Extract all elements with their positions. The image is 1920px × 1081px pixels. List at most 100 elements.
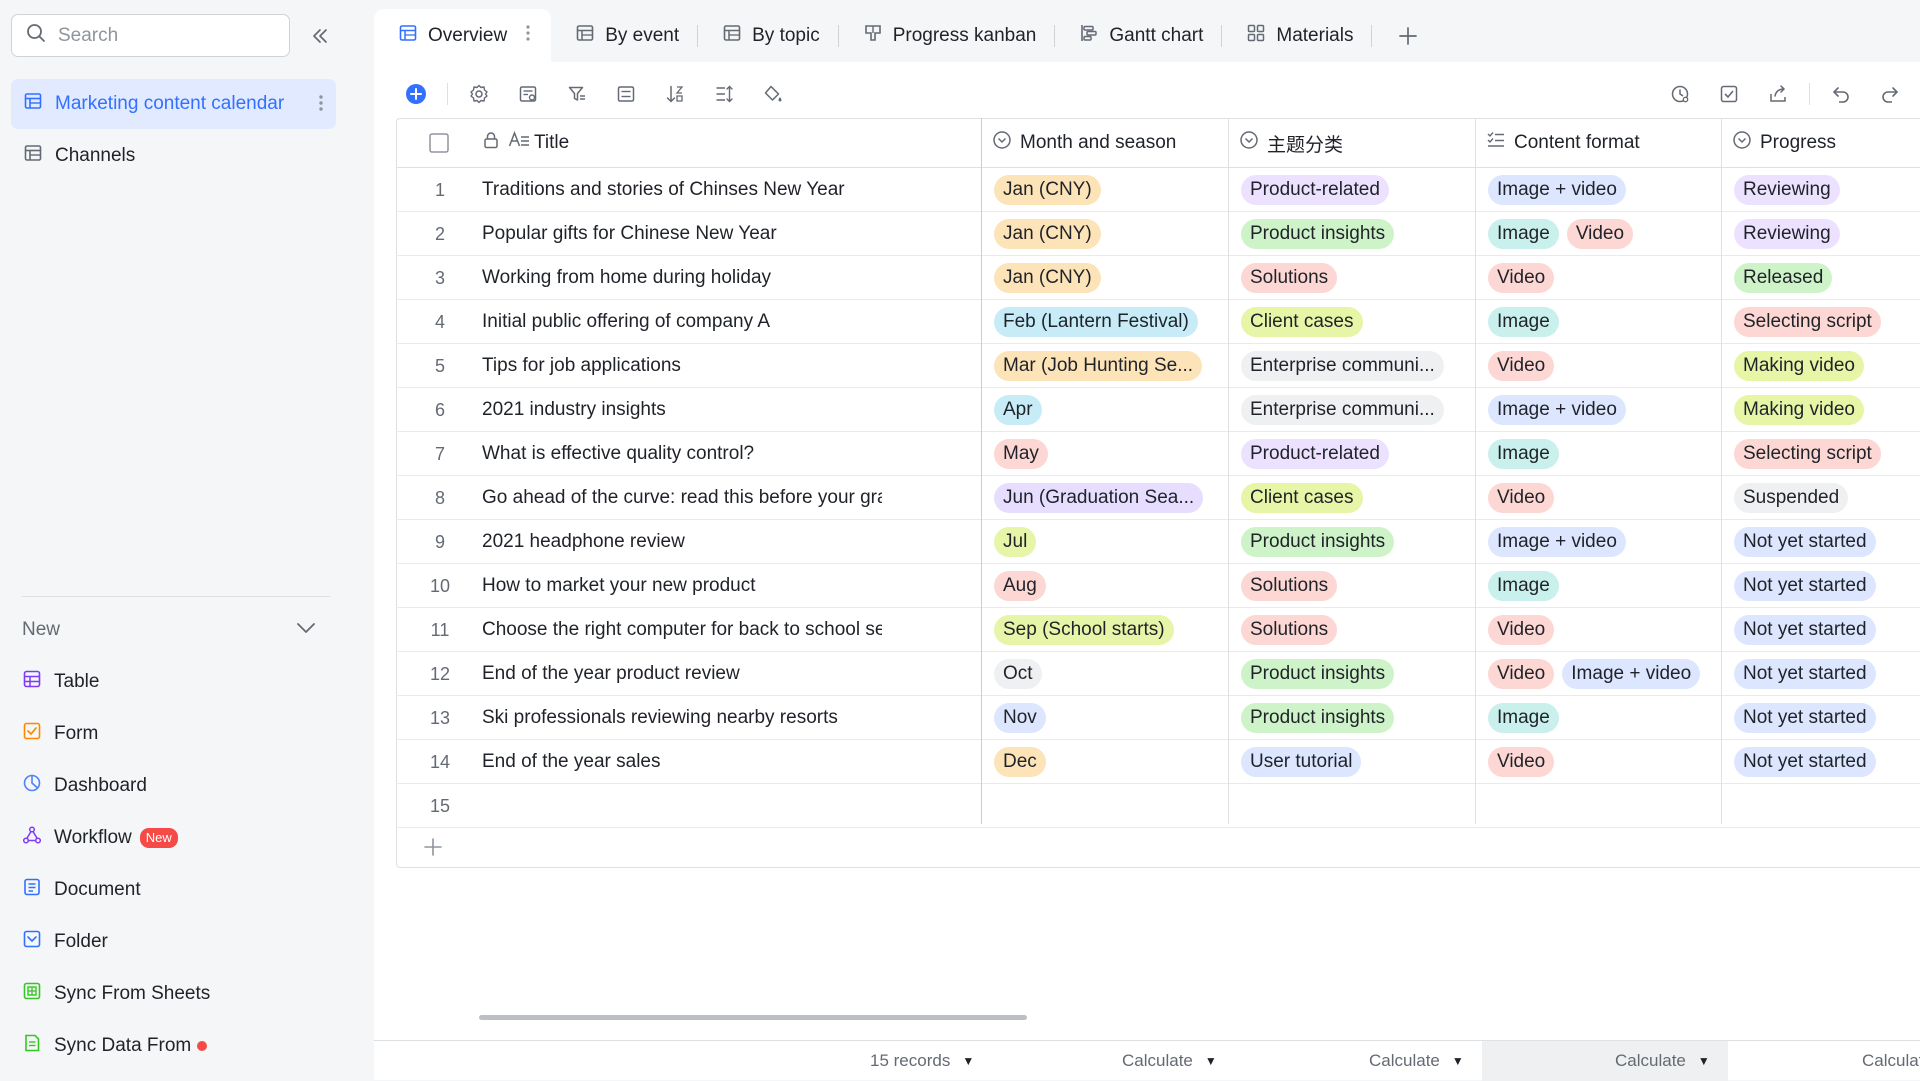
tab-by-event[interactable]: By event: [551, 9, 697, 63]
task-button[interactable]: [1711, 76, 1747, 112]
cell-content-format[interactable]: Image + video: [1488, 168, 1720, 212]
search-box[interactable]: [11, 14, 290, 57]
tab-overview[interactable]: Overview: [374, 9, 552, 63]
cell-progress[interactable]: Suspended: [1734, 476, 1920, 520]
cell-content-format[interactable]: Image: [1488, 564, 1720, 608]
cell-month[interactable]: Sep (School starts): [994, 608, 1230, 652]
cell-progress[interactable]: Making video: [1734, 344, 1920, 388]
more-vertical-icon[interactable]: [318, 92, 324, 120]
add-record-button[interactable]: [398, 76, 434, 112]
cell-title[interactable]: Traditions and stories of Chinses New Ye…: [482, 168, 882, 212]
cell-content-format[interactable]: Image + video: [1488, 388, 1720, 432]
cell-topic[interactable]: Product-related: [1241, 168, 1477, 212]
cell-content-format[interactable]: Video: [1488, 344, 1720, 388]
tab-progress-kanban[interactable]: Progress kanban: [839, 9, 1055, 63]
column-header-topic[interactable]: 主题分类: [1239, 118, 1343, 168]
cell-month[interactable]: Jan (CNY): [994, 168, 1230, 212]
group-button[interactable]: [608, 76, 644, 112]
table-row[interactable]: 9 2021 headphone review Jul Product insight…: [396, 520, 1920, 564]
cell-month[interactable]: May: [994, 432, 1230, 476]
cell-progress[interactable]: Not yet started: [1734, 696, 1920, 740]
column-header-month[interactable]: Month and season: [992, 118, 1176, 168]
record-count[interactable]: 15 records ▼: [870, 1041, 974, 1081]
cell-content-format[interactable]: Video: [1488, 476, 1720, 520]
cell-progress[interactable]: Selecting script: [1734, 432, 1920, 476]
settings-button[interactable]: [461, 76, 497, 112]
color-fill-button[interactable]: [755, 76, 791, 112]
add-view-button[interactable]: [1390, 18, 1426, 54]
table-row[interactable]: 6 2021 industry insights Apr Enterprise com…: [396, 388, 1920, 432]
table-row[interactable]: 10 How to market your new product Aug Solut…: [396, 564, 1920, 608]
cell-title[interactable]: Choose the right computer for back to sc…: [482, 608, 882, 652]
cell-title[interactable]: Go ahead of the curve: read this before …: [482, 476, 882, 520]
cell-progress[interactable]: Reviewing: [1734, 212, 1920, 256]
add-row-button[interactable]: [418, 832, 448, 862]
create-sync-data-item[interactable]: Sync Data From: [22, 1026, 322, 1066]
history-button[interactable]: [1662, 76, 1698, 112]
create-table-item[interactable]: Table: [22, 662, 322, 702]
cell-topic[interactable]: [1241, 784, 1477, 828]
column-header-content-format[interactable]: Content format: [1486, 118, 1640, 168]
cell-progress[interactable]: Not yet started: [1734, 564, 1920, 608]
cell-content-format[interactable]: [1488, 784, 1720, 828]
search-input[interactable]: [56, 23, 276, 48]
calculate-progress[interactable]: Calculate: [1862, 1041, 1920, 1081]
cell-topic[interactable]: Product insights: [1241, 696, 1477, 740]
calculate-topic[interactable]: Calculate ▼: [1369, 1041, 1464, 1081]
cell-title[interactable]: End of the year sales: [482, 740, 882, 784]
cell-title[interactable]: Tips for job applications: [482, 344, 882, 388]
cell-progress[interactable]: [1734, 784, 1920, 828]
cell-title[interactable]: Working from home during holiday: [482, 256, 882, 300]
more-vertical-icon[interactable]: [525, 23, 531, 49]
calculate-month[interactable]: Calculate ▼: [1122, 1041, 1217, 1081]
create-folder-item[interactable]: Folder: [22, 922, 322, 962]
cell-topic[interactable]: Product insights: [1241, 520, 1477, 564]
cell-month[interactable]: Jan (CNY): [994, 212, 1230, 256]
calculate-content-format[interactable]: Calculate ▼: [1482, 1041, 1728, 1081]
cell-progress[interactable]: Not yet started: [1734, 608, 1920, 652]
cell-title[interactable]: What is effective quality control?: [482, 432, 882, 476]
table-row[interactable]: 12 End of the year product review Oct Produ…: [396, 652, 1920, 696]
select-all-checkbox[interactable]: [429, 133, 449, 159]
undo-button[interactable]: [1823, 76, 1859, 112]
table-row[interactable]: 8 Go ahead of the curve: read this before…: [396, 476, 1920, 520]
cell-month[interactable]: Oct: [994, 652, 1230, 696]
cell-content-format[interactable]: Video Image + video: [1488, 652, 1720, 696]
create-form-item[interactable]: Form: [22, 714, 322, 754]
table-row[interactable]: 2 Popular gifts for Chinese New Year Jan (…: [396, 212, 1920, 256]
cell-month[interactable]: Jun (Graduation Sea...: [994, 476, 1230, 520]
cell-topic[interactable]: Client cases: [1241, 476, 1477, 520]
create-sync-from-sheets-item[interactable]: Sync From Sheets: [22, 974, 322, 1014]
cell-topic[interactable]: User tutorial: [1241, 740, 1477, 784]
cell-topic[interactable]: Enterprise communi...: [1241, 388, 1477, 432]
share-button[interactable]: [1760, 76, 1796, 112]
cell-title[interactable]: Popular gifts for Chinese New Year: [482, 212, 882, 256]
cell-title[interactable]: Ski professionals reviewing nearby resor…: [482, 696, 882, 740]
cell-progress[interactable]: Released: [1734, 256, 1920, 300]
table-row[interactable]: 3 Working from home during holiday Jan (CN…: [396, 256, 1920, 300]
cell-month[interactable]: Apr: [994, 388, 1230, 432]
cell-topic[interactable]: Solutions: [1241, 608, 1477, 652]
table-row[interactable]: 7 What is effective quality control? May Pr…: [396, 432, 1920, 476]
collapse-sidebar-button[interactable]: [306, 22, 334, 50]
cell-month[interactable]: Aug: [994, 564, 1230, 608]
tab-by-topic[interactable]: By topic: [698, 9, 838, 63]
cell-content-format[interactable]: Video: [1488, 608, 1720, 652]
cell-progress[interactable]: Not yet started: [1734, 740, 1920, 784]
cell-topic[interactable]: Solutions: [1241, 256, 1477, 300]
table-row[interactable]: 4 Initial public offering of company A Feb…: [396, 300, 1920, 344]
sidebar-item-channels[interactable]: Channels: [11, 131, 336, 181]
table-row[interactable]: 14 End of the year sales Dec User tutorial N…: [396, 740, 1920, 784]
cell-title[interactable]: 2021 industry insights: [482, 388, 882, 432]
cell-content-format[interactable]: Video: [1488, 740, 1720, 784]
new-section-toggle[interactable]: New: [22, 614, 317, 646]
table-row[interactable]: 13 Ski professionals reviewing nearby res…: [396, 696, 1920, 740]
tab-gantt-chart[interactable]: Gantt chart: [1055, 9, 1221, 63]
column-header-progress[interactable]: Progress: [1732, 118, 1836, 168]
cell-month[interactable]: Mar (Job Hunting Se...: [994, 344, 1230, 388]
cell-month[interactable]: Jan (CNY): [994, 256, 1230, 300]
cell-month[interactable]: Dec: [994, 740, 1230, 784]
cell-title[interactable]: How to market your new product: [482, 564, 882, 608]
cell-title[interactable]: Initial public offering of company A: [482, 300, 882, 344]
create-dashboard-item[interactable]: Dashboard: [22, 766, 322, 806]
